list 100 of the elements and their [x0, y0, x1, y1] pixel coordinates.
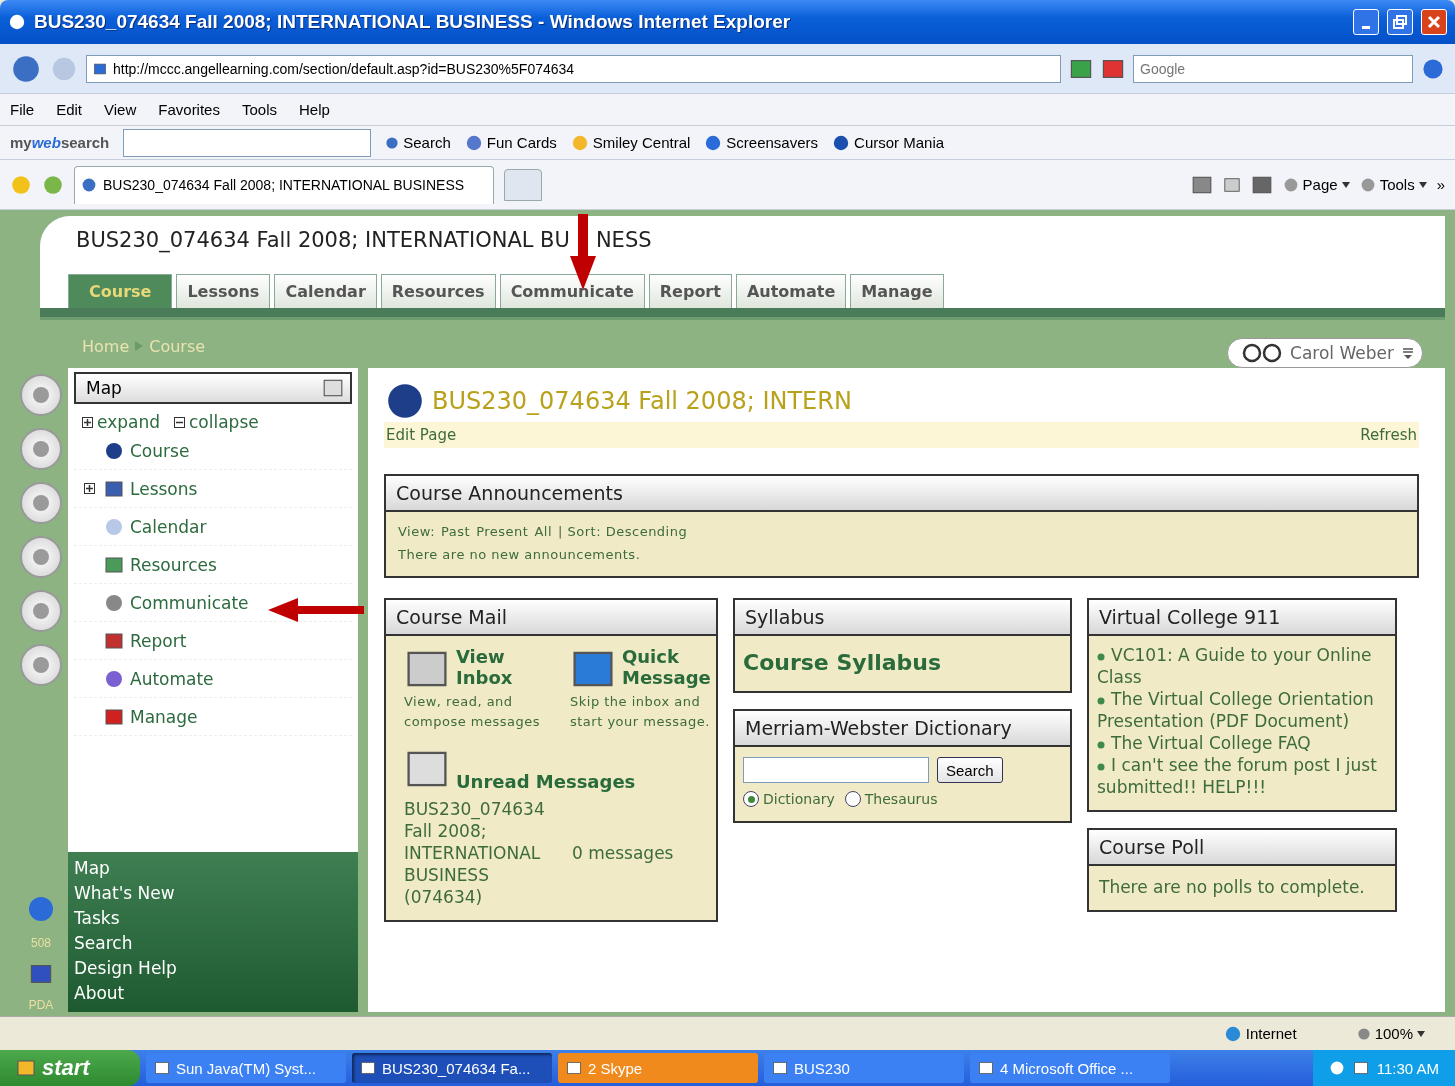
toolbar-search-button[interactable]: Search	[385, 134, 451, 151]
dictionary-radio[interactable]: Thesaurus	[844, 791, 938, 807]
expand-link[interactable]: expand	[82, 412, 160, 432]
toolbar-link[interactable]: Cursor Mania	[832, 133, 945, 152]
tool-link[interactable]: Search	[74, 931, 352, 956]
command-icon	[1359, 176, 1376, 193]
menu-item[interactable]: Tools	[241, 101, 277, 118]
rail-label: PDA	[28, 998, 54, 1012]
map-item-icon	[104, 592, 124, 613]
refresh-link[interactable]: Refresh	[1360, 426, 1417, 444]
map-item[interactable]: Course	[130, 440, 190, 461]
menu-item[interactable]: Help	[299, 101, 330, 118]
course-tab[interactable]: Communicate	[499, 274, 645, 308]
map-item[interactable]: Resources	[130, 554, 217, 575]
course-tab[interactable]: Report	[648, 274, 732, 308]
map-item[interactable]: Automate	[130, 668, 214, 689]
command-button[interactable]: Tools	[1359, 176, 1427, 193]
start-button[interactable]: start	[0, 1050, 140, 1086]
toolbar-link-icon	[464, 133, 483, 152]
maximize-button[interactable]	[1387, 9, 1413, 35]
poll-message: There are no polls to complete.	[1099, 876, 1366, 898]
taskbar-item[interactable]: Sun Java(TM) Syst...	[146, 1053, 346, 1083]
dictionary-search-button[interactable]: Search	[937, 757, 1003, 783]
syllabus-link[interactable]: Course Syllabus	[743, 650, 1062, 675]
tool-link[interactable]: Design Help	[74, 956, 352, 981]
course-tab[interactable]: Resources	[380, 274, 496, 308]
app-icon	[566, 1060, 582, 1076]
help-link[interactable]: The Virtual College FAQ	[1097, 732, 1387, 754]
help-link[interactable]: VC101: A Guide to your Online Class	[1097, 644, 1387, 688]
taskbar-item[interactable]: 4 Microsoft Office ...	[970, 1053, 1170, 1083]
map-item[interactable]: Lessons	[130, 478, 198, 499]
toolbar-link-icon	[570, 133, 589, 152]
unread-course: BUS230_074634 Fall 2008; INTERNATIONAL BUSINESS (074634)	[404, 798, 546, 908]
course-tab[interactable]: Lessons	[176, 274, 271, 308]
collapse-link[interactable]: collapse	[174, 412, 259, 432]
menu-item[interactable]: Favorites	[158, 101, 220, 118]
menu-item[interactable]: Edit	[56, 101, 83, 118]
tool-link[interactable]: About	[74, 981, 352, 1006]
course-tab[interactable]: Manage	[850, 274, 944, 308]
map-title: Map	[86, 378, 122, 398]
zoom-button[interactable]: 100%	[1356, 1025, 1425, 1042]
toolbar-brand: mywebsearch	[10, 134, 110, 151]
map-item[interactable]: Communicate	[130, 592, 249, 613]
caret-icon	[1418, 181, 1427, 188]
tool-link[interactable]: Map	[74, 856, 352, 881]
toolbar-link[interactable]: Smiley Central	[570, 133, 691, 152]
app-icon	[978, 1060, 994, 1076]
radio-icon[interactable]	[844, 791, 861, 807]
help-link[interactable]: I can't see the forum post I just submitted!! HELP!!!	[1097, 754, 1387, 798]
map-item[interactable]: Calendar	[130, 516, 207, 537]
view-link[interactable]: All	[534, 524, 553, 539]
box-title: Course Poll	[1099, 836, 1205, 858]
address-field[interactable]: http://mccc.angellearning.com/section/default.asp?id=BUS230%5F074634	[86, 54, 1061, 83]
close-button[interactable]	[1421, 9, 1447, 35]
mail-action-link[interactable]: View Inbox	[456, 646, 552, 692]
help-link[interactable]: The Virtual College Orientation Presentation (PDF Document)	[1097, 688, 1387, 732]
bullet-icon	[1097, 763, 1105, 771]
taskbar-item[interactable]: BUS230	[764, 1053, 964, 1083]
menu-item[interactable]: File	[10, 101, 35, 118]
search-field[interactable]: Google	[1133, 54, 1413, 83]
command-button[interactable]: Page	[1282, 176, 1350, 193]
dictionary-radio[interactable]: Dictionary	[743, 791, 835, 807]
radio-icon[interactable]	[743, 791, 759, 807]
course-tab[interactable]: Calendar	[274, 274, 377, 308]
tool-link[interactable]: What's New	[74, 881, 352, 906]
user-menu[interactable]: Carol Weber	[1227, 338, 1423, 368]
tool-link[interactable]: Tasks	[74, 906, 352, 931]
plus-glyph	[84, 483, 95, 494]
overflow-button[interactable]: »	[1436, 176, 1445, 193]
edit-page-link[interactable]: Edit Page	[386, 426, 457, 444]
toolbar-link[interactable]: Screensavers	[704, 133, 819, 152]
bullet-icon	[1097, 653, 1105, 661]
dictionary-search-field[interactable]	[743, 757, 929, 783]
menu-item[interactable]: View	[104, 101, 137, 118]
box-title: Course Mail	[396, 606, 507, 628]
mail-action-description: View, read, and compose messages	[404, 693, 542, 731]
breadcrumb-separator-icon	[135, 341, 144, 351]
map-item[interactable]: Manage	[130, 706, 198, 727]
command-icon	[1282, 176, 1299, 193]
zone-status: Internet	[1223, 1024, 1297, 1043]
mail-action-description: Skip the inbox and start your message.	[570, 693, 711, 731]
toolbar-search-field[interactable]	[123, 128, 372, 157]
unread-messages-title[interactable]: Unread Messages	[456, 771, 636, 792]
taskbar-item[interactable]: BUS230_074634 Fa...	[352, 1053, 552, 1083]
view-link[interactable]: Present	[476, 524, 529, 539]
map-item[interactable]: Report	[130, 630, 187, 651]
clock: 11:30 AM	[1376, 1059, 1439, 1077]
minus-icon	[174, 416, 185, 428]
page-heading: BUS230_074634 Fall 2008; INTERN	[432, 387, 852, 415]
view-link[interactable]: Past	[441, 524, 471, 539]
restore-icon	[1393, 15, 1407, 29]
minimize-button[interactable]	[1353, 9, 1379, 35]
toolbar-link[interactable]: Fun Cards	[464, 133, 557, 152]
mail-action-link[interactable]: Quick Message	[622, 646, 718, 692]
bullet-icon	[1097, 697, 1105, 705]
app-icon	[772, 1060, 788, 1076]
plus-icon	[82, 416, 93, 428]
new-tab-button[interactable]	[504, 168, 542, 201]
browser-tab[interactable]: BUS230_074634 Fall 2008; INTERNATIONAL BUSINESS	[74, 165, 494, 204]
course-tab[interactable]: Automate	[735, 274, 847, 308]
